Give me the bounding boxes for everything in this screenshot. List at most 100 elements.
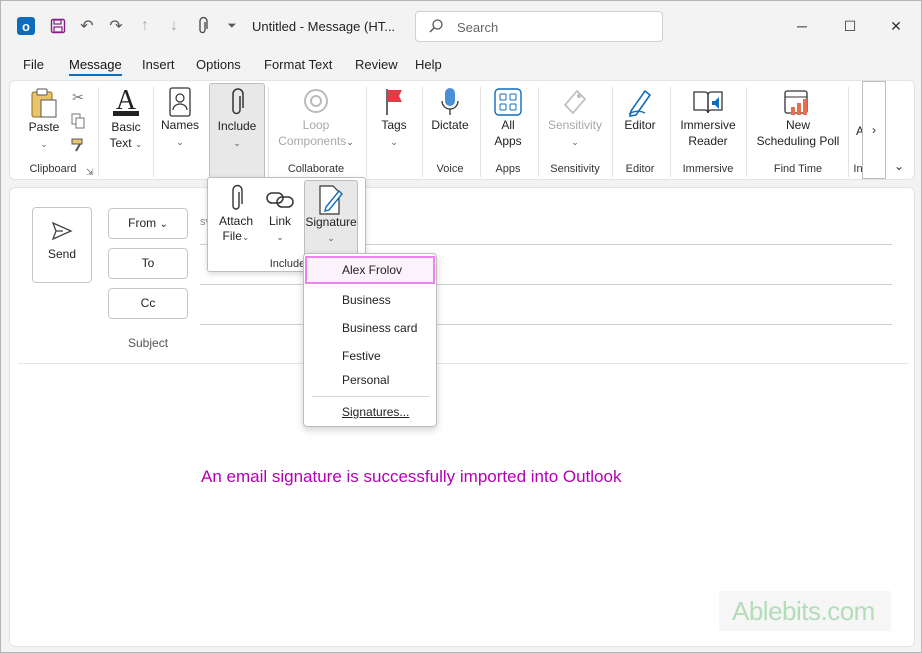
tags-label: Tags xyxy=(381,118,407,132)
save-icon[interactable] xyxy=(47,15,69,37)
search-input[interactable]: Search xyxy=(415,11,663,42)
attach-file-button[interactable]: Attach File⌄ xyxy=(216,184,256,245)
send-label: Send xyxy=(47,247,77,261)
paste-icon xyxy=(31,88,57,118)
signature-item-personal[interactable]: Personal xyxy=(305,366,435,394)
previous-item-icon[interactable]: ↑ xyxy=(134,15,156,37)
signature-item-business-card[interactable]: Business card xyxy=(305,314,435,342)
ribbon-display-options-button[interactable]: ⌄ xyxy=(894,159,904,173)
include-label: Include xyxy=(217,119,257,133)
all-apps-button[interactable]: All Apps xyxy=(486,87,530,149)
tags-button[interactable]: Tags ⌄ xyxy=(374,87,414,150)
tab-insert[interactable]: Insert xyxy=(142,57,175,72)
sensitivity-label: Sensitivity xyxy=(547,118,603,132)
paperclip-icon xyxy=(232,88,244,115)
tab-options[interactable]: Options xyxy=(196,57,241,72)
all-apps-label-2: Apps xyxy=(494,134,522,148)
format-painter-icon[interactable] xyxy=(70,137,86,157)
paste-label: Paste xyxy=(28,120,60,134)
immersive-reader-icon xyxy=(693,91,723,114)
all-apps-label-1: All xyxy=(501,118,515,132)
ribbon-separator xyxy=(366,87,367,177)
editor-button[interactable]: Editor xyxy=(616,87,664,133)
ribbon-separator xyxy=(746,87,747,177)
redo-icon[interactable]: ↷ xyxy=(105,15,127,37)
from-button[interactable]: From ⌄ xyxy=(108,208,188,239)
tab-message[interactable]: Message xyxy=(69,57,122,76)
ribbon-separator xyxy=(422,87,423,177)
loop-label-2: Components xyxy=(278,134,347,148)
ablebits-watermark: Ablebits.com xyxy=(719,591,891,631)
loop-icon xyxy=(304,89,328,113)
group-label-voice: Voice xyxy=(436,163,464,175)
group-label-editor: Editor xyxy=(625,163,655,175)
search-placeholder: Search xyxy=(457,20,499,35)
signatures-settings-item[interactable]: Signatures... xyxy=(305,398,435,426)
basic-text-label-1: Basic xyxy=(111,120,141,134)
tab-help[interactable]: Help xyxy=(415,57,442,72)
signature-item-alex-frolov[interactable]: Alex Frolov xyxy=(305,256,435,284)
link-label: Link xyxy=(268,214,291,228)
link-button[interactable]: Link ⌄ xyxy=(260,184,300,245)
include-button-content: Include ⌄ xyxy=(210,88,264,151)
chevron-down-icon: ⌄ xyxy=(241,232,250,242)
paste-button[interactable]: Paste ⌄ xyxy=(26,87,62,152)
immersive-reader-button[interactable]: Immersive Reader xyxy=(674,87,742,149)
flag-icon xyxy=(386,89,402,115)
to-label: To xyxy=(141,256,155,270)
tab-format-text[interactable]: Format Text xyxy=(264,57,332,72)
attach-icon[interactable] xyxy=(192,15,214,37)
minimize-button[interactable]: ─ xyxy=(787,13,817,39)
chevron-down-icon: ⌄ xyxy=(233,138,241,148)
signature-icon xyxy=(319,185,343,215)
signature-button[interactable]: Signature ⌄ xyxy=(304,180,358,256)
ribbon-separator xyxy=(153,87,154,177)
copy-icon[interactable] xyxy=(70,113,86,133)
address-book-icon xyxy=(169,87,191,117)
signatures-settings-label: Signatures... xyxy=(342,405,410,419)
basic-text-button[interactable]: A Basic Text ⌄ xyxy=(106,85,146,152)
chevron-down-icon: ⌄ xyxy=(894,159,905,173)
immersive-label-2: Reader xyxy=(688,134,728,148)
chevron-down-icon: ⌄ xyxy=(176,137,184,147)
cc-button[interactable]: Cc xyxy=(108,288,188,319)
editor-pen-icon xyxy=(628,89,652,117)
editor-label: Editor xyxy=(624,118,656,132)
chevron-down-icon: ⌄ xyxy=(327,233,335,243)
to-button[interactable]: To xyxy=(108,248,188,279)
loop-components-button[interactable]: Loop Components⌄ xyxy=(272,87,360,150)
include-button[interactable]: Include ⌄ xyxy=(209,83,265,179)
tab-file[interactable]: File xyxy=(23,57,44,72)
group-label-apps: Apps xyxy=(495,163,521,175)
maximize-button[interactable]: ☐ xyxy=(835,13,865,39)
compose-pane: Send From ⌄ To Cc sv Subject An email si… xyxy=(9,187,915,647)
chevron-down-icon: ⌄ xyxy=(346,137,354,147)
customize-toolbar-icon[interactable]: ⏷ xyxy=(221,15,243,37)
clipboard-launcher-icon[interactable]: ⇲ xyxy=(86,164,94,180)
ribbon-separator xyxy=(670,87,671,177)
names-label: Names xyxy=(160,118,199,132)
sensitivity-button[interactable]: Sensitivity ⌄ xyxy=(542,87,608,150)
dictate-button[interactable]: Dictate xyxy=(426,87,474,133)
tab-review[interactable]: Review xyxy=(355,57,398,72)
ribbon-scroll-right-button[interactable]: › xyxy=(862,81,886,179)
scheduling-poll-label-1: New xyxy=(785,118,810,132)
group-label-immersive: Immersive xyxy=(682,163,734,175)
group-label-clipboard: Clipboard xyxy=(29,163,77,175)
signature-item-business[interactable]: Business xyxy=(305,286,435,314)
send-icon xyxy=(51,221,73,241)
chevron-down-icon: ⌄ xyxy=(390,137,398,147)
send-button[interactable]: Send xyxy=(32,207,92,283)
close-button[interactable]: ✕ xyxy=(881,13,911,39)
next-item-icon[interactable]: ↓ xyxy=(163,15,185,37)
caption-text: An email signature is successfully impor… xyxy=(201,467,622,486)
group-label-collaborate: Collaborate xyxy=(287,163,345,175)
undo-icon[interactable]: ↶ xyxy=(76,15,98,37)
chevron-down-icon: ⌄ xyxy=(134,139,143,149)
link-icon xyxy=(266,192,294,208)
names-button[interactable]: Names ⌄ xyxy=(160,87,200,150)
chevron-right-icon: › xyxy=(872,123,876,137)
scheduling-poll-button[interactable]: New Scheduling Poll xyxy=(750,87,846,149)
paperclip-icon xyxy=(232,184,243,210)
cut-icon[interactable]: ✂ xyxy=(70,89,86,105)
